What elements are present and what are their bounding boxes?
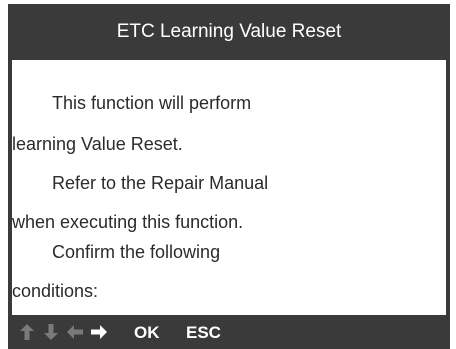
message-line-2: learning Value Reset. xyxy=(12,134,183,154)
title-bar: ETC Learning Value Reset xyxy=(8,4,450,60)
message-line-4: when executing this function. xyxy=(12,212,244,232)
ok-button[interactable]: OK xyxy=(134,323,160,343)
message-line-6: conditions: xyxy=(12,281,99,301)
esc-button[interactable]: ESC xyxy=(186,323,221,343)
message-line-1: This function will perform xyxy=(52,93,252,113)
message-line-5: Confirm the following xyxy=(52,242,221,262)
scan-tool-screen: ETC Learning Value Reset This function w… xyxy=(8,4,450,349)
arrow-down-icon xyxy=(40,320,62,344)
page-title: ETC Learning Value Reset xyxy=(116,21,342,42)
arrow-right-icon[interactable] xyxy=(88,320,110,344)
arrow-left-icon xyxy=(64,320,86,344)
message-panel: This function will perform learning Valu… xyxy=(12,60,446,315)
message-line-3: Refer to the Repair Manual xyxy=(52,173,269,193)
footer-bar: OK ESC xyxy=(8,315,450,349)
arrow-up-icon xyxy=(16,320,38,344)
